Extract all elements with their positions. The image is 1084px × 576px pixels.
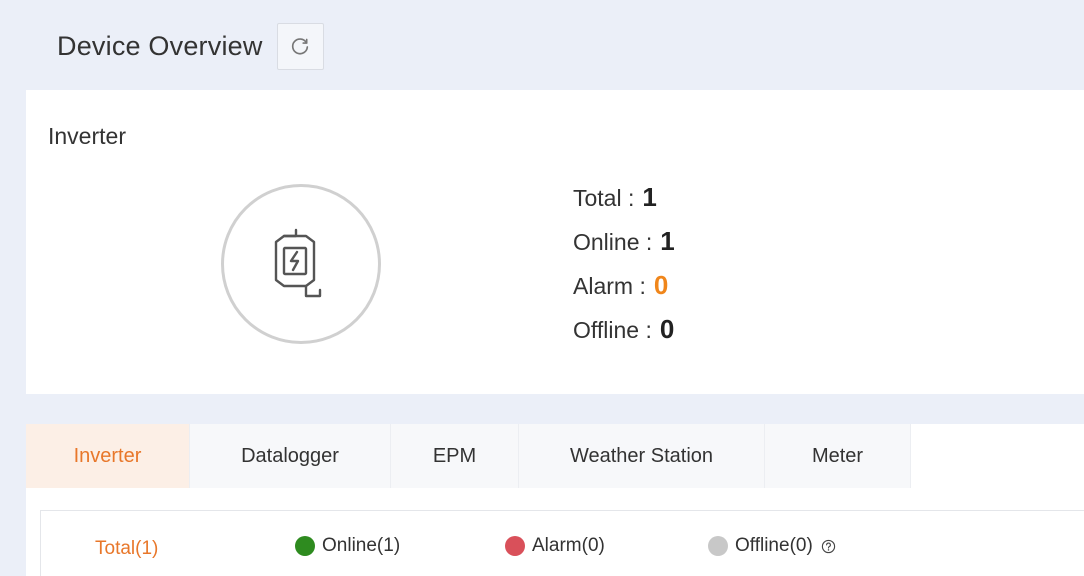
filter-alarm-label: Alarm(0) bbox=[532, 535, 605, 556]
tab-datalogger[interactable]: Datalogger bbox=[190, 424, 391, 488]
stat-total: Total : 1 bbox=[573, 182, 675, 226]
tab-epm[interactable]: EPM bbox=[391, 424, 519, 488]
tab-meter[interactable]: Meter bbox=[765, 424, 911, 488]
offline-status-dot bbox=[708, 536, 728, 556]
filter-online-label: Online(1) bbox=[322, 535, 401, 556]
filter-total[interactable]: Total(1) bbox=[95, 538, 158, 560]
stat-offline: Offline : 0 bbox=[573, 314, 675, 358]
stat-label: Alarm : bbox=[573, 273, 646, 299]
inverter-icon-badge bbox=[221, 184, 381, 344]
inverter-summary-card: Inverter Total : 1 Online : 1 Alarm : 0 … bbox=[26, 90, 1084, 394]
help-icon[interactable] bbox=[821, 539, 836, 554]
stat-label: Offline : bbox=[573, 317, 652, 343]
inverter-icon bbox=[274, 228, 322, 298]
stat-value: 0 bbox=[653, 270, 669, 300]
tab-inverter[interactable]: Inverter bbox=[26, 424, 190, 488]
page-title: Device Overview bbox=[57, 30, 263, 61]
online-status-dot bbox=[295, 536, 315, 556]
tabs-spacer bbox=[911, 424, 1084, 488]
alarm-status-dot bbox=[505, 536, 525, 556]
filter-total-label: Total(1) bbox=[95, 538, 159, 559]
stat-label: Online : bbox=[573, 229, 653, 255]
stat-value: 0 bbox=[659, 314, 675, 344]
card-title: Inverter bbox=[48, 123, 126, 149]
tab-weather-station[interactable]: Weather Station bbox=[519, 424, 765, 488]
filter-alarm[interactable]: Alarm(0) bbox=[505, 535, 605, 557]
status-filter-bar: Total(1) Online(1) Alarm(0) Offline(0) bbox=[40, 510, 1084, 576]
filter-offline-label: Offline(0) bbox=[735, 535, 813, 556]
stat-label: Total : bbox=[573, 185, 635, 211]
refresh-button[interactable] bbox=[276, 22, 324, 70]
stat-online: Online : 1 bbox=[573, 226, 675, 270]
filter-online[interactable]: Online(1) bbox=[295, 535, 400, 557]
stat-value: 1 bbox=[642, 182, 657, 212]
filter-offline[interactable]: Offline(0) bbox=[708, 535, 836, 557]
device-type-tabs: Inverter Datalogger EPM Weather Station … bbox=[26, 424, 1084, 488]
stat-alarm: Alarm : 0 bbox=[573, 270, 675, 314]
device-stats: Total : 1 Online : 1 Alarm : 0 Offline :… bbox=[573, 182, 675, 358]
refresh-icon bbox=[291, 38, 309, 55]
page-header: Device Overview bbox=[57, 22, 324, 70]
stat-value: 1 bbox=[660, 226, 675, 256]
device-list-panel: Inverter Datalogger EPM Weather Station … bbox=[26, 424, 1084, 576]
